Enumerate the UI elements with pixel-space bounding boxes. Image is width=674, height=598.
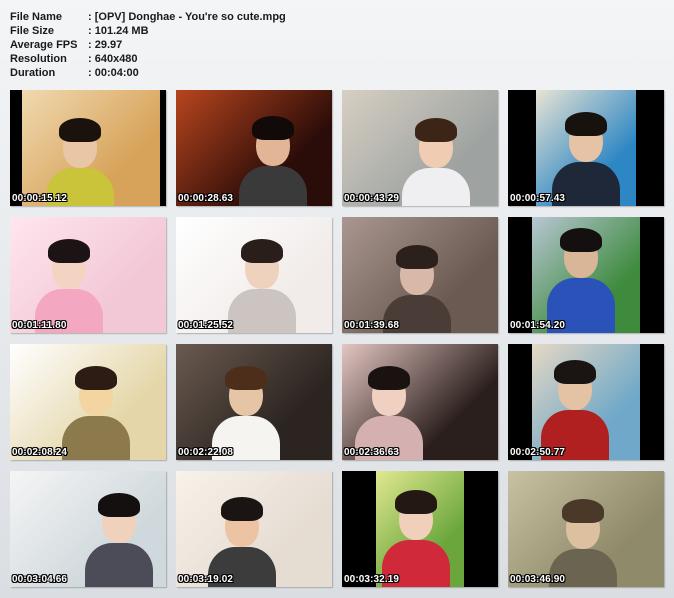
timecode-label: 00:02:36.63 [344, 447, 400, 458]
thumbnail[interactable]: 00:02:50.77 [508, 344, 664, 460]
thumbnail-frame [536, 90, 636, 206]
timecode-label: 00:02:50.77 [510, 447, 566, 458]
person-hair [225, 366, 268, 391]
file-size-value: : 101.24 MB [88, 25, 149, 37]
resolution-label: Resolution [10, 53, 67, 65]
person-hair [74, 366, 117, 391]
thumbnail[interactable]: 00:01:11.80 [10, 217, 166, 333]
person-hair [559, 227, 602, 252]
person-hair [367, 366, 410, 391]
person-hair [251, 115, 294, 140]
average-fps-value: : 29.97 [88, 39, 123, 51]
person-hair [98, 493, 141, 518]
thumbnail-frame [176, 344, 332, 460]
duration-row: Duration : 00:04:00 [10, 66, 286, 80]
thumbnail[interactable]: 00:02:08.24 [10, 344, 166, 460]
timecode-label: 00:01:11.80 [12, 320, 67, 331]
thumbnail-frame [176, 217, 332, 333]
thumbnail[interactable]: 00:00:15.12 [10, 90, 166, 206]
thumbnail[interactable]: 00:03:32.19 [342, 471, 498, 587]
resolution-row: Resolution : 640x480 [10, 52, 286, 66]
file-name-value: : [OPV] Donghae - You're so cute.mpg [88, 11, 286, 23]
thumbnail-frame [22, 90, 160, 206]
thumbnail-frame [532, 217, 640, 333]
thumbnail-frame [376, 471, 464, 587]
timecode-label: 00:01:54.20 [510, 320, 566, 331]
file-size-row: File Size : 101.24 MB [10, 24, 286, 38]
person-hair [58, 118, 101, 142]
thumbnail[interactable]: 00:03:04.66 [10, 471, 166, 587]
duration-label: Duration [10, 67, 56, 79]
person-hair [394, 489, 437, 514]
person-hair [414, 118, 457, 142]
thumbnail[interactable]: 00:03:46.90 [508, 471, 664, 587]
thumbnail-frame [176, 90, 332, 206]
thumbnail-frame [10, 217, 166, 333]
person-body [238, 165, 307, 206]
thumbnail-frame [342, 217, 498, 333]
average-fps-row: Average FPS : 29.97 [10, 38, 286, 52]
file-name-label: File Name [10, 11, 62, 23]
person-hair [240, 239, 283, 264]
timecode-label: 00:03:46.90 [510, 574, 566, 585]
timecode-label: 00:00:57.43 [510, 193, 566, 204]
person-hair [561, 499, 604, 523]
thumbnail-frame [10, 344, 166, 460]
thumbnail[interactable]: 00:00:43.29 [342, 90, 498, 206]
person-body [227, 289, 296, 333]
thumbnail[interactable]: 00:02:22.08 [176, 344, 332, 460]
timecode-label: 00:02:22.08 [178, 447, 234, 458]
timecode-label: 00:01:39.68 [344, 320, 400, 331]
timecode-label: 00:00:28.63 [178, 193, 234, 204]
thumbnail-frame [342, 90, 498, 206]
person-hair [565, 112, 607, 137]
thumbnail-frame [508, 471, 664, 587]
timecode-label: 00:03:04.66 [12, 574, 68, 585]
thumbnail-frame [176, 471, 332, 587]
timecode-label: 00:00:43.29 [344, 193, 400, 204]
timecode-label: 00:02:08.24 [12, 447, 68, 458]
thumbnail[interactable]: 00:00:28.63 [176, 90, 332, 206]
thumbnail[interactable]: 00:00:57.43 [508, 90, 664, 206]
timecode-label: 00:03:19.02 [178, 574, 234, 585]
person-hair [395, 245, 438, 269]
thumbnail[interactable]: 00:01:39.68 [342, 217, 498, 333]
thumbnail-frame [532, 344, 640, 460]
person-body [401, 168, 470, 206]
person-body [85, 543, 154, 587]
file-size-label: File Size [10, 25, 55, 37]
thumbnail-frame [342, 344, 498, 460]
thumbnail[interactable]: 00:01:54.20 [508, 217, 664, 333]
timecode-label: 00:03:32.19 [344, 574, 400, 585]
person-hair [220, 496, 263, 521]
file-name-row: File Name : [OPV] Donghae - You're so cu… [10, 10, 286, 24]
thumbnail[interactable]: 00:02:36.63 [342, 344, 498, 460]
average-fps-label: Average FPS [10, 39, 78, 51]
resolution-value: : 640x480 [88, 53, 138, 65]
thumbnail-frame [10, 471, 166, 587]
person-body [61, 416, 130, 460]
timecode-label: 00:00:15.12 [12, 193, 68, 204]
person-hair [48, 239, 91, 264]
person-hair [554, 360, 597, 385]
file-info-panel: File Name : [OPV] Donghae - You're so cu… [10, 10, 286, 80]
duration-value: : 00:04:00 [88, 67, 139, 79]
thumbnail[interactable]: 00:01:25.52 [176, 217, 332, 333]
thumbnail[interactable]: 00:03:19.02 [176, 471, 332, 587]
timecode-label: 00:01:25.52 [178, 320, 234, 331]
